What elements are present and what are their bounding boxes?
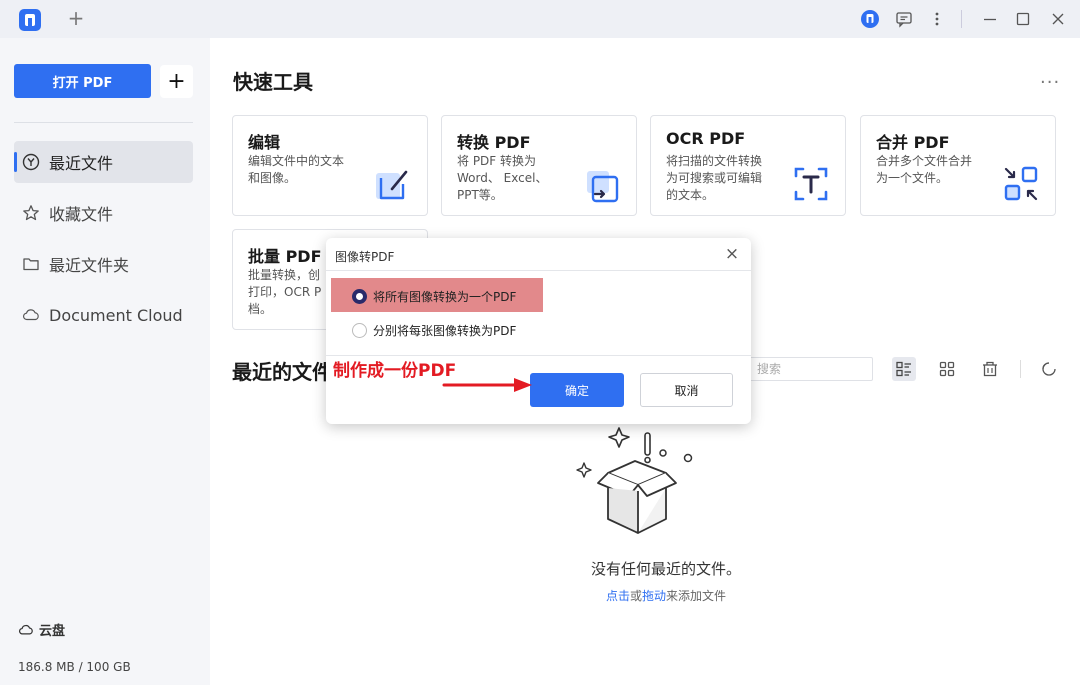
cloud-icon — [22, 306, 40, 324]
empty-box-icon — [576, 427, 693, 534]
sidebar-item-recent-folders[interactable]: 最近文件夹 — [14, 243, 193, 285]
option-merge-all[interactable]: 将所有图像转换为一个PDF — [352, 288, 516, 305]
tool-card-ocr[interactable]: OCR PDF 将扫描的文件转换 为可搜索或可编辑 的文本。 — [650, 115, 846, 216]
empty-state-title: 没有任何最近的文件。 — [590, 560, 741, 578]
search-input[interactable]: 搜索 — [748, 357, 873, 381]
cancel-button[interactable]: 取消 — [640, 373, 733, 407]
close-icon[interactable] — [1047, 8, 1069, 30]
image-to-pdf-dialog: 图像转PDF × 将所有图像转换为一个PDF 分别将每张图像转换为PDF 确定 … — [326, 238, 751, 424]
sidebar-item-document-cloud[interactable]: Document Cloud — [14, 294, 193, 336]
tool-card-desc: 将 PDF 转换为 Word、 Excel、 PPT等。 — [457, 154, 548, 202]
open-pdf-button[interactable]: 打开 PDF — [14, 64, 151, 98]
more-vertical-icon[interactable] — [926, 8, 948, 30]
cloud-storage-label[interactable]: 云盘 — [18, 620, 65, 639]
tool-card-title: 编辑 — [248, 133, 281, 152]
star-icon — [22, 204, 40, 222]
tool-card-title: 批量 PDF — [248, 247, 322, 266]
merge-icon — [1004, 166, 1038, 201]
sidebar-item-label: 最近文件夹 — [49, 256, 130, 275]
sidebar-item-label: 收藏文件 — [49, 205, 114, 224]
convert-icon — [587, 171, 619, 203]
recent-icon — [22, 153, 40, 171]
folder-icon — [22, 255, 40, 273]
tool-card-convert[interactable]: 转换 PDF 将 PDF 转换为 Word、 Excel、 PPT等。 — [441, 115, 637, 216]
dialog-divider — [326, 270, 751, 271]
sidebar: 打开 PDF + 最近文件 收藏文件 最近文件夹 Document Cloud … — [0, 38, 210, 685]
confirm-button[interactable]: 确定 — [530, 373, 624, 407]
refresh-icon[interactable] — [1037, 357, 1061, 381]
edit-icon — [376, 170, 408, 200]
toolbar-divider — [1020, 360, 1021, 378]
tool-card-edit[interactable]: 编辑 编辑文件中的文本 和图像。 — [232, 115, 428, 216]
grid-view-icon[interactable] — [935, 357, 959, 381]
radio-checked-icon[interactable] — [352, 289, 367, 304]
tool-card-title: 转换 PDF — [457, 133, 531, 152]
cloud-icon — [18, 624, 33, 635]
account-icon[interactable] — [859, 8, 881, 30]
title-bar: + — [0, 0, 1080, 38]
quick-tools-title: 快速工具 — [233, 70, 313, 94]
tool-card-desc: 编辑文件中的文本 和图像。 — [248, 154, 345, 185]
app-logo-icon[interactable] — [19, 9, 41, 31]
tool-card-merge[interactable]: 合并 PDF 合并多个文件合并 为一个文件。 — [860, 115, 1056, 216]
recent-files-title: 最近的文件 — [232, 360, 332, 384]
maximize-icon[interactable] — [1012, 8, 1034, 30]
ocr-icon — [794, 167, 828, 201]
tool-card-title: 合并 PDF — [876, 133, 950, 152]
more-options-button[interactable]: ··· — [1040, 72, 1060, 93]
tool-card-desc: 将扫描的文件转换 为可搜索或可编辑 的文本。 — [666, 154, 763, 202]
add-button[interactable]: + — [160, 65, 193, 98]
annotation-text: 制作成一份PDF — [333, 361, 457, 381]
tool-card-desc: 合并多个文件合并 为一个文件。 — [876, 154, 973, 185]
sidebar-divider — [14, 122, 193, 123]
new-tab-button[interactable]: + — [66, 7, 86, 29]
titlebar-divider — [961, 10, 962, 28]
annotation-arrow-icon — [442, 378, 532, 392]
minimize-icon[interactable] — [979, 8, 1001, 30]
tool-card-title: OCR PDF — [666, 129, 746, 148]
sidebar-item-label: Document Cloud — [49, 305, 183, 325]
empty-state-hint: 点击或拖动来添加文件 — [605, 589, 727, 603]
option-separate[interactable]: 分别将每张图像转换为PDF — [352, 322, 516, 339]
storage-usage: 186.8 MB / 100 GB — [18, 660, 131, 674]
dialog-title: 图像转PDF — [335, 250, 395, 264]
list-view-icon[interactable] — [892, 357, 916, 381]
message-icon[interactable] — [893, 8, 915, 30]
sidebar-item-label: 最近文件 — [49, 154, 114, 173]
radio-unchecked-icon[interactable] — [352, 323, 367, 338]
sidebar-item-recent[interactable]: 最近文件 — [14, 141, 193, 183]
sidebar-item-favorites[interactable]: 收藏文件 — [14, 192, 193, 234]
drag-link[interactable]: 拖动 — [642, 589, 666, 603]
delete-icon[interactable] — [978, 357, 1002, 381]
dialog-close-icon[interactable]: × — [724, 246, 740, 263]
click-link[interactable]: 点击 — [606, 589, 630, 603]
